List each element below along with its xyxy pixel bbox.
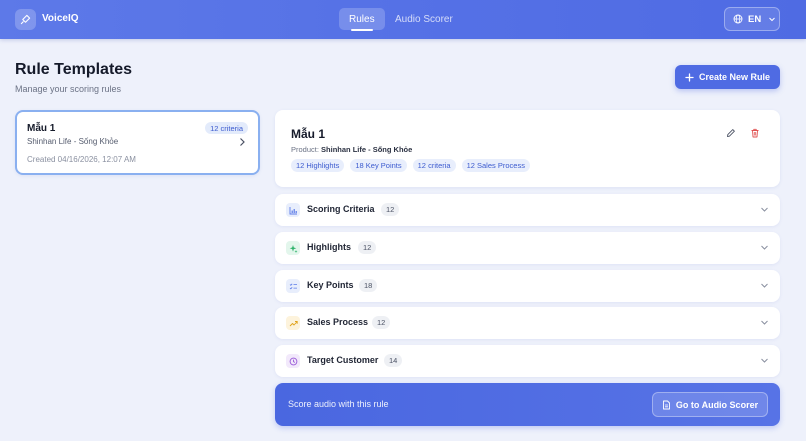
section-sales-process[interactable]: Sales Process 12 bbox=[275, 307, 780, 339]
logo[interactable] bbox=[15, 9, 36, 30]
globe-icon bbox=[733, 14, 743, 24]
section-count: 18 bbox=[359, 279, 378, 292]
sec-icon-box bbox=[286, 241, 300, 255]
score-audio-banner: Score audio with this rule Go to Audio S… bbox=[275, 383, 780, 426]
chevron-down-icon bbox=[761, 245, 768, 250]
plus-icon bbox=[685, 72, 694, 82]
rule-detail-product: Product: Shinhan Life - Sống Khỏe bbox=[291, 145, 412, 154]
tab-audio-scorer-label: Audio Scorer bbox=[395, 13, 453, 25]
language-label: EN bbox=[748, 13, 762, 25]
section-label: Target Customer bbox=[307, 355, 379, 365]
rule-list-item[interactable]: Mẫu 1 12 criteria Shinhan Life - Sống Kh… bbox=[15, 110, 260, 175]
chevron-down-icon bbox=[761, 207, 768, 212]
chevron-down-icon bbox=[769, 17, 776, 22]
top-bar: VoiceIQ Rules Audio Scorer EN bbox=[0, 0, 806, 39]
microphone-icon bbox=[20, 14, 31, 25]
chevron-down-icon bbox=[761, 283, 768, 288]
chevron-down-icon bbox=[761, 320, 768, 325]
rule-item-created-date: Created 04/16/2026, 12:07 AM bbox=[27, 155, 136, 164]
trend-up-icon bbox=[289, 320, 298, 326]
product-value: Shinhan Life - Sống Khỏe bbox=[321, 145, 413, 154]
section-target-customer[interactable]: Target Customer 14 bbox=[275, 345, 780, 377]
trash-icon[interactable] bbox=[750, 128, 760, 138]
section-count: 14 bbox=[384, 354, 403, 367]
document-icon bbox=[662, 400, 670, 409]
product-label: Product: bbox=[291, 145, 319, 154]
section-count: 12 bbox=[372, 316, 391, 329]
criteria-badge: 12 criteria bbox=[205, 122, 248, 134]
sec-icon-box bbox=[286, 203, 300, 217]
brand-name: VoiceIQ bbox=[42, 13, 79, 24]
tab-rules-label: Rules bbox=[349, 13, 375, 25]
section-scoring-criteria[interactable]: Scoring Criteria 12 bbox=[275, 194, 780, 226]
rule-detail-name: Mẫu 1 bbox=[291, 127, 326, 141]
sec-icon-box bbox=[286, 316, 300, 330]
page-subtitle: Manage your scoring rules bbox=[15, 84, 122, 94]
tag-highlights: 12 Highlights bbox=[291, 159, 345, 172]
chevron-down-icon bbox=[761, 358, 768, 363]
rule-detail-tags: 12 Highlights 18 Key Points 12 criteria … bbox=[291, 159, 530, 172]
go-to-audio-scorer-label: Go to Audio Scorer bbox=[675, 399, 759, 410]
rule-detail-card: Mẫu 1 Product: Shinhan Life - Sống Khỏe … bbox=[275, 110, 780, 187]
section-label: Highlights bbox=[307, 242, 351, 252]
active-tab-indicator bbox=[351, 29, 373, 31]
section-label: Sales Process bbox=[307, 317, 369, 327]
page-title: Rule Templates bbox=[15, 61, 133, 78]
section-key-points[interactable]: Key Points 18 bbox=[275, 270, 780, 302]
tag-sales-process: 12 Sales Process bbox=[461, 159, 530, 172]
clock-icon bbox=[289, 357, 297, 365]
go-to-audio-scorer-button[interactable]: Go to Audio Scorer bbox=[652, 392, 768, 417]
tab-audio-scorer[interactable]: Audio Scorer bbox=[385, 8, 463, 30]
sec-icon-box bbox=[286, 354, 300, 368]
bar-chart-icon bbox=[289, 206, 297, 214]
tag-criteria: 12 criteria bbox=[412, 159, 456, 172]
section-highlights[interactable]: Highlights 12 bbox=[275, 232, 780, 264]
tab-rules[interactable]: Rules bbox=[339, 8, 385, 31]
sparkle-icon bbox=[289, 244, 297, 253]
section-label: Key Points bbox=[307, 280, 354, 290]
section-count: 12 bbox=[381, 203, 400, 216]
rule-item-name: Mẫu 1 bbox=[27, 123, 56, 134]
create-new-rule-label: Create New Rule bbox=[698, 72, 771, 82]
checklist-icon bbox=[289, 283, 297, 289]
sec-icon-box bbox=[286, 279, 300, 293]
edit-pencil-icon[interactable] bbox=[726, 128, 736, 138]
section-count: 12 bbox=[358, 241, 377, 254]
section-label: Scoring Criteria bbox=[307, 204, 375, 214]
tag-key-points: 18 Key Points bbox=[350, 159, 407, 172]
create-new-rule-button[interactable]: Create New Rule bbox=[675, 65, 780, 89]
rule-item-product: Shinhan Life - Sống Khỏe bbox=[27, 137, 119, 146]
language-selector[interactable]: EN bbox=[724, 7, 780, 31]
chevron-right-icon bbox=[240, 138, 245, 146]
score-banner-text: Score audio with this rule bbox=[288, 399, 389, 409]
